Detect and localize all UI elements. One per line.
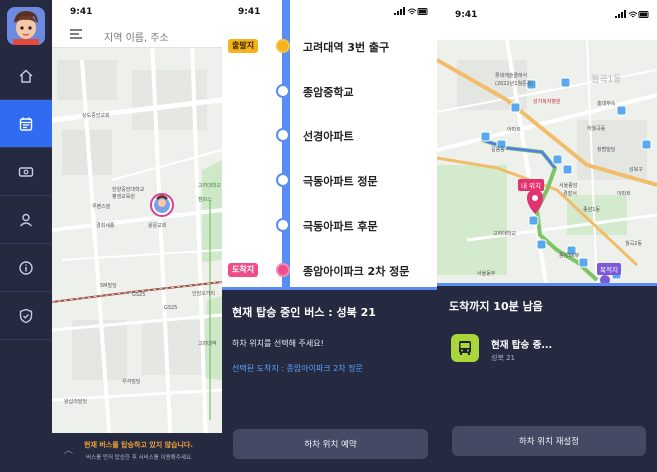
panel-title: 현재 탑승 중인 버스 : 성북 21	[232, 306, 376, 319]
status-bar: 9:41	[437, 0, 657, 40]
map-label: 경희세종	[96, 223, 115, 229]
stop-dot[interactable]	[276, 173, 290, 187]
stop-select-screen: 9:41 출발지 도착지 고려대역 3번 출구 종암중학교 선경아파트 극동아파…	[222, 0, 437, 472]
map-label: 종암SK뷰	[559, 253, 580, 259]
bus-route-label: 성북 21	[491, 354, 516, 362]
map-label: 안암오거리	[192, 291, 216, 297]
search-input[interactable]: 지역 이름, 주소	[104, 29, 169, 44]
map-label: 한양중앙대학교	[112, 187, 145, 193]
map[interactable]	[437, 0, 657, 290]
stop-dot[interactable]	[276, 84, 290, 98]
stop-dot-end[interactable]	[276, 263, 290, 277]
status-time: 9:41	[238, 7, 261, 17]
map-label: 성가복지병원	[533, 99, 561, 105]
end-tag: 도착지	[228, 263, 259, 277]
sidebar	[0, 0, 52, 472]
status-icons	[615, 10, 649, 21]
status-time: 9:41	[455, 10, 478, 20]
avatar[interactable]	[7, 7, 45, 45]
home-icon	[19, 69, 33, 83]
info-icon	[19, 260, 33, 275]
map-label: 서울동부	[477, 271, 496, 277]
user-icon	[19, 213, 33, 226]
status-icons	[394, 7, 428, 18]
map-label: 월곡1동	[591, 75, 622, 85]
map-label: 고려대학교	[198, 183, 222, 189]
status-bar: 9:41	[52, 0, 222, 22]
map-label: GS25	[164, 305, 178, 311]
sidebar-item-schedule[interactable]	[0, 100, 52, 148]
search-bar[interactable]: 지역 이름, 주소	[52, 22, 222, 48]
current-bus-label: 현재 탑승 중...	[491, 340, 553, 351]
map-label: 캠퍼스	[198, 197, 212, 203]
calendar-icon	[19, 117, 33, 131]
start-tag: 출발지	[228, 39, 259, 53]
map-label: 월곡2동	[625, 241, 642, 247]
map-label: 종암1동	[583, 207, 600, 213]
notice-banner: ︿ 현재 버스를 탑승하고 있지 않습니다. 버스를 먼저 탑승한 후 서비스를…	[52, 433, 222, 472]
stop-item[interactable]: 극동아파트 후문	[303, 218, 378, 234]
stop-dot[interactable]	[276, 128, 290, 142]
arrival-eta: 도착까지 10분 남음	[449, 300, 543, 313]
selected-destination: 선택된 도착지 : 종암아이파크 2차 정문	[232, 364, 363, 373]
stop-dot[interactable]	[276, 218, 290, 232]
map-label: 아파트	[617, 191, 631, 197]
panel-guide: 하차 위치를 선택해 주세요!	[232, 339, 324, 348]
map-label: 왕십리빌딩	[64, 399, 88, 405]
map-label: 루벤스빌	[92, 204, 111, 210]
notice-subtitle: 버스를 먼저 탑승한 후 서비스를 이용해주세요.	[86, 455, 193, 461]
stop-item[interactable]: 극동아파트 정문	[303, 173, 378, 189]
map-label: 창범빌딩	[597, 147, 616, 153]
my-location-label: 내 위치	[518, 179, 545, 191]
sidebar-item-security[interactable]	[0, 292, 52, 340]
menu-icon[interactable]	[70, 29, 82, 39]
stop-item[interactable]: 종암아이파크 2차 정문	[303, 263, 409, 279]
stop-item[interactable]: 선경아파트	[303, 128, 354, 144]
sidebar-item-profile[interactable]	[0, 196, 52, 244]
shield-icon	[19, 308, 33, 323]
map-label: 하월곡동	[587, 126, 606, 132]
notice-title: 현재 버스를 탑승하고 있지 않습니다.	[84, 441, 194, 449]
sidebar-item-payment[interactable]	[0, 148, 52, 196]
status-time: 9:41	[70, 7, 93, 17]
arrival-panel: 도착까지 10분 남음 현재 탑승 중... 성북 21 하차 위치 재설정	[437, 283, 657, 472]
sidebar-item-home[interactable]	[0, 52, 52, 100]
map-label: 홍대부속	[597, 101, 616, 107]
stop-item[interactable]: 고려대역 3번 출구	[303, 39, 389, 55]
map-label: 평생교육원	[112, 194, 136, 200]
map-label: 상도중앙교회	[82, 113, 110, 119]
bus-panel: 현재 탑승 중인 버스 : 성북 21 하차 위치를 선택해 주세요! 선택된 …	[222, 287, 437, 472]
map-label: 롯데캐슬클래식	[495, 73, 528, 79]
map-label: GS25	[132, 292, 146, 298]
stop-dot-start[interactable]	[276, 39, 290, 53]
map-screen: 상도중앙교회 한양중앙대학교 평생교육원 루벤스빌 용문교회 고려대학교 캠퍼스…	[52, 0, 222, 472]
map-label: 성북구	[629, 167, 643, 173]
chevron-up-icon[interactable]: ︿	[64, 443, 73, 456]
map-label: 우석빌딩	[122, 379, 141, 385]
map-label: 5M빌딩	[100, 283, 117, 289]
reserve-dropoff-button[interactable]: 하차 위치 예약	[233, 429, 428, 459]
map-label: 경찰서	[563, 191, 577, 197]
map-label: (2022년1월준공)	[495, 81, 534, 87]
map-label: 서울종암	[559, 183, 578, 189]
map-label: 길음동	[491, 147, 505, 153]
stop-item[interactable]: 종암중학교	[303, 84, 354, 100]
ticket-icon	[18, 166, 34, 177]
reset-dropoff-button[interactable]: 하차 위치 재설정	[452, 426, 646, 456]
map-label: 고려대역	[198, 341, 217, 347]
map-label: 아파트	[507, 127, 521, 133]
tracking-screen: 롯데캐슬클래식 (2022년1월준공) 월곡1동 성가복지병원 홍대부속 하월곡…	[437, 0, 657, 472]
sidebar-item-info[interactable]	[0, 244, 52, 292]
map-label: 용문교회	[148, 223, 167, 229]
bus-icon	[451, 334, 479, 362]
map-label: 고려대학교	[493, 231, 517, 237]
destination-label: 목적지	[597, 263, 621, 275]
